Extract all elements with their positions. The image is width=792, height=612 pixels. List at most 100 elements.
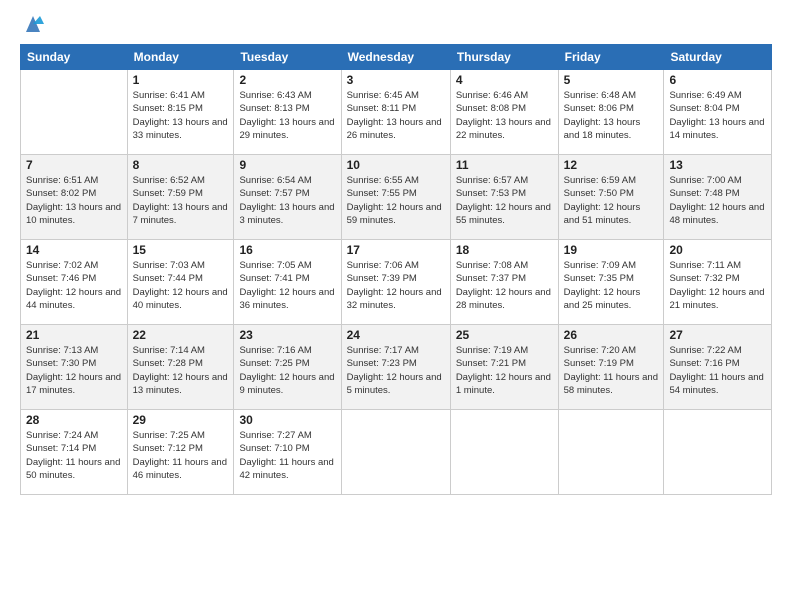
day-info: Sunrise: 6:45 AMSunset: 8:11 PMDaylight:…: [347, 89, 445, 142]
day-number: 17: [347, 243, 445, 257]
day-number: 6: [669, 73, 766, 87]
calendar-cell: 21Sunrise: 7:13 AMSunset: 7:30 PMDayligh…: [21, 325, 128, 410]
calendar-cell: 20 Sunrise: 7:11 AMSunset: 7:32 PMDayligh…: [664, 240, 772, 325]
day-number: 3: [347, 73, 445, 87]
calendar-cell: 17 Sunrise: 7:06 AMSunset: 7:39 PMDayligh…: [341, 240, 450, 325]
calendar-week-2: 7 Sunrise: 6:51 AMSunset: 8:02 PMDaylight…: [21, 155, 772, 240]
calendar-body: 1 Sunrise: 6:41 AMSunset: 8:15 PMDaylight…: [21, 70, 772, 495]
col-header-tuesday: Tuesday: [234, 45, 341, 70]
calendar-cell: 28Sunrise: 7:24 AMSunset: 7:14 PMDayligh…: [21, 410, 128, 495]
day-info: Sunrise: 6:59 AMSunset: 7:50 PMDaylight:…: [564, 174, 659, 227]
calendar-cell: 15 Sunrise: 7:03 AMSunset: 7:44 PMDayligh…: [127, 240, 234, 325]
day-number: 14: [26, 243, 122, 257]
day-number: 16: [239, 243, 335, 257]
calendar-cell: [664, 410, 772, 495]
col-header-thursday: Thursday: [450, 45, 558, 70]
day-number: 23: [239, 328, 335, 342]
day-info: Sunrise: 7:08 AMSunset: 7:37 PMDaylight:…: [456, 259, 553, 312]
day-number: 19: [564, 243, 659, 257]
calendar-cell: 27 Sunrise: 7:22 AMSunset: 7:16 PMDayligh…: [664, 325, 772, 410]
day-number: 18: [456, 243, 553, 257]
calendar-cell: 13Sunrise: 7:00 AMSunset: 7:48 PMDayligh…: [664, 155, 772, 240]
calendar-cell: 22 Sunrise: 7:14 AMSunset: 7:28 PMDayligh…: [127, 325, 234, 410]
day-info: Sunrise: 6:49 AMSunset: 8:04 PMDaylight:…: [669, 89, 766, 142]
calendar-cell: 18 Sunrise: 7:08 AMSunset: 7:37 PMDayligh…: [450, 240, 558, 325]
calendar-cell: 8Sunrise: 6:52 AMSunset: 7:59 PMDaylight…: [127, 155, 234, 240]
col-header-sunday: Sunday: [21, 45, 128, 70]
day-number: 15: [133, 243, 229, 257]
day-info: Sunrise: 7:03 AMSunset: 7:44 PMDaylight:…: [133, 259, 229, 312]
day-info: Sunrise: 6:41 AMSunset: 8:15 PMDaylight:…: [133, 89, 229, 142]
day-number: 4: [456, 73, 553, 87]
day-number: 10: [347, 158, 445, 172]
calendar-cell: 5Sunrise: 6:48 AMSunset: 8:06 PMDaylight…: [558, 70, 664, 155]
calendar-cell: 2 Sunrise: 6:43 AMSunset: 8:13 PMDaylight…: [234, 70, 341, 155]
calendar-cell: 19 Sunrise: 7:09 AMSunset: 7:35 PMDayligh…: [558, 240, 664, 325]
col-header-friday: Friday: [558, 45, 664, 70]
logo: [20, 16, 44, 34]
day-number: 27: [669, 328, 766, 342]
day-info: Sunrise: 7:09 AMSunset: 7:35 PMDaylight:…: [564, 259, 659, 312]
calendar-cell: 9 Sunrise: 6:54 AMSunset: 7:57 PMDaylight…: [234, 155, 341, 240]
day-number: 11: [456, 158, 553, 172]
calendar-cell: 30 Sunrise: 7:27 AMSunset: 7:10 PMDayligh…: [234, 410, 341, 495]
calendar-cell: 11 Sunrise: 6:57 AMSunset: 7:53 PMDayligh…: [450, 155, 558, 240]
col-header-wednesday: Wednesday: [341, 45, 450, 70]
calendar-cell: 4 Sunrise: 6:46 AMSunset: 8:08 PMDaylight…: [450, 70, 558, 155]
calendar-cell: 10 Sunrise: 6:55 AMSunset: 7:55 PMDayligh…: [341, 155, 450, 240]
calendar-cell: [341, 410, 450, 495]
calendar-week-4: 21Sunrise: 7:13 AMSunset: 7:30 PMDayligh…: [21, 325, 772, 410]
calendar-cell: [450, 410, 558, 495]
calendar-cell: 26 Sunrise: 7:20 AMSunset: 7:19 PMDayligh…: [558, 325, 664, 410]
day-info: Sunrise: 7:11 AMSunset: 7:32 PMDaylight:…: [669, 259, 766, 312]
day-info: Sunrise: 6:54 AMSunset: 7:57 PMDaylight:…: [239, 174, 335, 227]
day-info: Sunrise: 6:46 AMSunset: 8:08 PMDaylight:…: [456, 89, 553, 142]
calendar-week-1: 1 Sunrise: 6:41 AMSunset: 8:15 PMDaylight…: [21, 70, 772, 155]
day-number: 28: [26, 413, 122, 427]
day-info: Sunrise: 6:48 AMSunset: 8:06 PMDaylight:…: [564, 89, 659, 142]
calendar-cell: 24 Sunrise: 7:17 AMSunset: 7:23 PMDayligh…: [341, 325, 450, 410]
calendar-week-5: 28Sunrise: 7:24 AMSunset: 7:14 PMDayligh…: [21, 410, 772, 495]
calendar-cell: [21, 70, 128, 155]
day-number: 30: [239, 413, 335, 427]
day-info: Sunrise: 6:51 AMSunset: 8:02 PMDaylight:…: [26, 174, 122, 227]
day-info: Sunrise: 7:14 AMSunset: 7:28 PMDaylight:…: [133, 344, 229, 397]
calendar-cell: 3 Sunrise: 6:45 AMSunset: 8:11 PMDaylight…: [341, 70, 450, 155]
day-info: Sunrise: 7:25 AMSunset: 7:12 PMDaylight:…: [133, 429, 229, 482]
day-info: Sunrise: 7:19 AMSunset: 7:21 PMDaylight:…: [456, 344, 553, 397]
calendar-cell: 25Sunrise: 7:19 AMSunset: 7:21 PMDayligh…: [450, 325, 558, 410]
day-info: Sunrise: 6:43 AMSunset: 8:13 PMDaylight:…: [239, 89, 335, 142]
day-number: 20: [669, 243, 766, 257]
day-info: Sunrise: 7:06 AMSunset: 7:39 PMDaylight:…: [347, 259, 445, 312]
day-number: 9: [239, 158, 335, 172]
day-info: Sunrise: 7:22 AMSunset: 7:16 PMDaylight:…: [669, 344, 766, 397]
day-number: 8: [133, 158, 229, 172]
calendar-cell: 23Sunrise: 7:16 AMSunset: 7:25 PMDayligh…: [234, 325, 341, 410]
calendar-cell: 7 Sunrise: 6:51 AMSunset: 8:02 PMDaylight…: [21, 155, 128, 240]
day-info: Sunrise: 6:55 AMSunset: 7:55 PMDaylight:…: [347, 174, 445, 227]
day-number: 1: [133, 73, 229, 87]
calendar-cell: 6 Sunrise: 6:49 AMSunset: 8:04 PMDaylight…: [664, 70, 772, 155]
day-info: Sunrise: 7:17 AMSunset: 7:23 PMDaylight:…: [347, 344, 445, 397]
day-number: 21: [26, 328, 122, 342]
header: [20, 16, 772, 34]
col-header-saturday: Saturday: [664, 45, 772, 70]
day-number: 13: [669, 158, 766, 172]
calendar-header-row: SundayMondayTuesdayWednesdayThursdayFrid…: [21, 45, 772, 70]
page: SundayMondayTuesdayWednesdayThursdayFrid…: [0, 0, 792, 612]
day-number: 24: [347, 328, 445, 342]
day-number: 29: [133, 413, 229, 427]
day-number: 12: [564, 158, 659, 172]
day-info: Sunrise: 7:27 AMSunset: 7:10 PMDaylight:…: [239, 429, 335, 482]
calendar-cell: 14Sunrise: 7:02 AMSunset: 7:46 PMDayligh…: [21, 240, 128, 325]
day-number: 26: [564, 328, 659, 342]
day-number: 2: [239, 73, 335, 87]
day-number: 22: [133, 328, 229, 342]
day-info: Sunrise: 6:57 AMSunset: 7:53 PMDaylight:…: [456, 174, 553, 227]
day-number: 7: [26, 158, 122, 172]
day-info: Sunrise: 7:05 AMSunset: 7:41 PMDaylight:…: [239, 259, 335, 312]
day-info: Sunrise: 7:20 AMSunset: 7:19 PMDaylight:…: [564, 344, 659, 397]
calendar-week-3: 14Sunrise: 7:02 AMSunset: 7:46 PMDayligh…: [21, 240, 772, 325]
calendar-cell: 16 Sunrise: 7:05 AMSunset: 7:41 PMDayligh…: [234, 240, 341, 325]
col-header-monday: Monday: [127, 45, 234, 70]
